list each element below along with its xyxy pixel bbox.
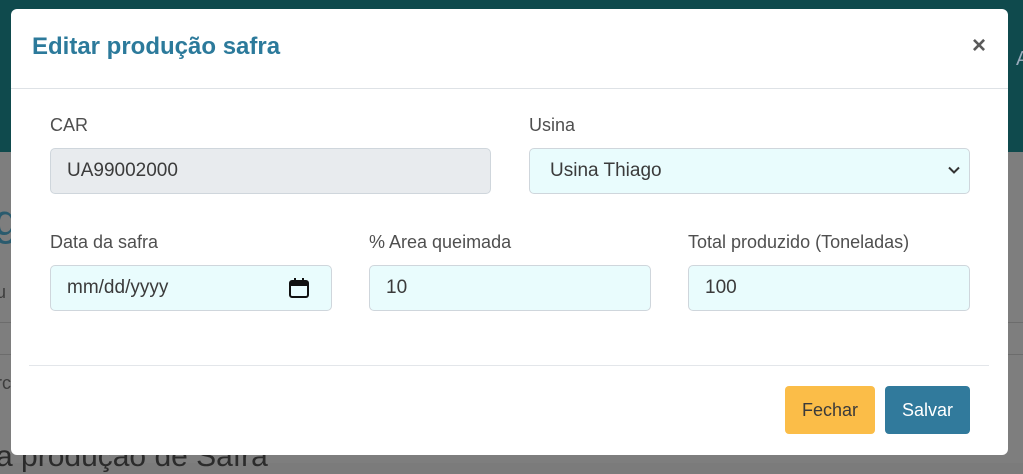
close-icon[interactable]: × (968, 33, 990, 59)
modal-title: Editar produção safra (32, 33, 281, 60)
date-placeholder: mm/dd/yyyy (67, 277, 169, 298)
area-queimada-label: % Area queimada (369, 232, 512, 252)
close-button[interactable]: Fechar (785, 386, 875, 434)
area-queimada-value: 10 (386, 277, 408, 298)
background-row-fragment: rc (0, 373, 11, 393)
modal-footer-divider (29, 365, 989, 366)
save-button[interactable]: Salvar (885, 386, 970, 434)
data-safra-input[interactable]: mm/dd/yyyy (50, 265, 332, 311)
car-field: UA99002000 (50, 148, 491, 194)
modal-header: Editar produção safra × (11, 9, 1008, 89)
total-produzido-label: Total produzido (Toneladas) (688, 232, 910, 252)
edit-production-modal: Editar produção safra × CAR UA99002000 U… (11, 9, 1008, 455)
background-header-letter: A (1016, 48, 1023, 70)
total-produzido-input[interactable]: 100 (688, 265, 970, 311)
data-safra-label: Data da safra (50, 232, 159, 252)
usina-label: Usina (529, 115, 576, 135)
car-value: UA99002000 (67, 160, 178, 181)
total-produzido-value: 100 (705, 277, 737, 298)
area-queimada-input[interactable]: 10 (369, 265, 651, 311)
chevron-down-icon (948, 166, 960, 174)
background-text-fragment: u (0, 282, 7, 302)
usina-select[interactable]: Usina Thiago (529, 148, 970, 194)
car-label: CAR (50, 115, 89, 135)
usina-selected-value: Usina Thiago (550, 160, 662, 181)
calendar-icon[interactable] (288, 277, 310, 299)
